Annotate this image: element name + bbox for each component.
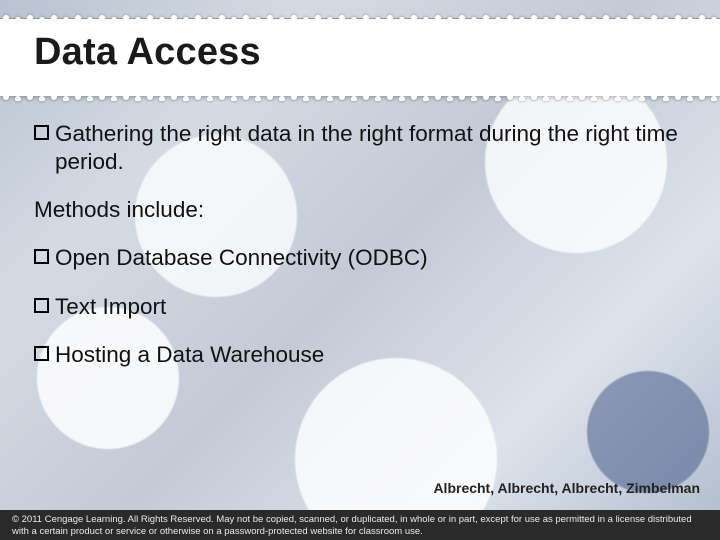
copyright-bar: © 2011 Cengage Learning. All Rights Rese… <box>0 510 720 540</box>
copyright-text: © 2011 Cengage Learning. All Rights Rese… <box>12 514 692 537</box>
subheading: Methods include: <box>34 196 686 224</box>
slide-title: Data Access <box>34 31 261 74</box>
bullet-item: Hosting a Data Warehouse <box>34 341 686 369</box>
square-bullet-icon <box>34 298 49 313</box>
bullet-text: Gathering the right data in the right fo… <box>55 120 686 176</box>
square-bullet-icon <box>34 125 49 140</box>
attribution: Albrecht, Albrecht, Albrecht, Zimbelman <box>433 480 700 496</box>
square-bullet-icon <box>34 346 49 361</box>
bullet-text: Text Import <box>55 293 686 321</box>
square-bullet-icon <box>34 249 49 264</box>
bullet-item: Gathering the right data in the right fo… <box>34 120 686 176</box>
bullet-item: Open Database Connectivity (ODBC) <box>34 244 686 272</box>
bullet-item: Text Import <box>34 293 686 321</box>
bullet-text: Open Database Connectivity (ODBC) <box>55 244 686 272</box>
title-strip: Data Access <box>0 18 720 96</box>
bullet-text: Hosting a Data Warehouse <box>55 341 686 369</box>
slide-body: Gathering the right data in the right fo… <box>34 120 686 389</box>
